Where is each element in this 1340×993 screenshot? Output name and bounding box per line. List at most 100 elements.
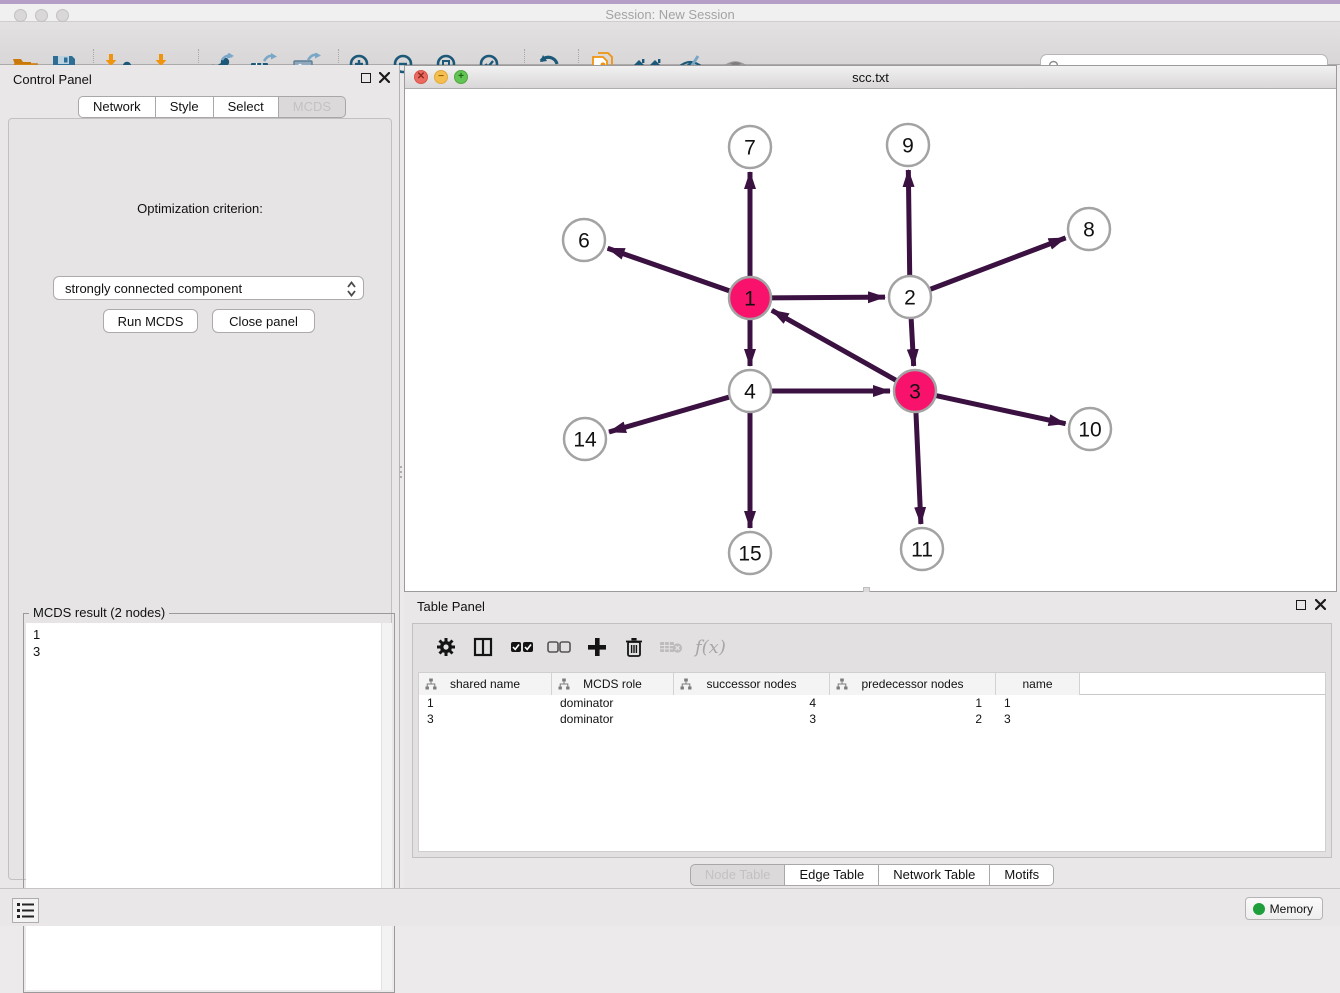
table-cell[interactable]: 3 [996, 711, 1080, 727]
graph-edge-3-11[interactable] [916, 410, 921, 524]
tab-network-table[interactable]: Network Table [879, 864, 990, 886]
node-table[interactable]: shared nameMCDS role successor nodes prede… [418, 672, 1326, 852]
column-header-shared-name[interactable]: shared name [419, 673, 552, 695]
mcds-panel: Optimization criterion: strongly connect… [8, 118, 392, 880]
mcds-result-group: MCDS result (2 nodes) 13 [23, 613, 395, 993]
tab-network[interactable]: Network [78, 96, 156, 118]
main-toolbar [0, 22, 1340, 65]
function-builder-button[interactable]: f(x) [693, 632, 723, 662]
tab-motifs[interactable]: Motifs [990, 864, 1054, 886]
column-header-MCDS-role[interactable]: MCDS role [552, 673, 674, 695]
graph-node-label: 9 [902, 134, 914, 157]
table-cell[interactable]: 2 [830, 711, 996, 727]
select-all-columns-button[interactable] [507, 632, 537, 662]
graph-node-1[interactable]: 1 [729, 277, 771, 319]
svg-text:f(x): f(x) [693, 637, 726, 658]
network-canvas[interactable]: 1 2 3 4 6 7 8 9 10 11 14 15 [405, 89, 1336, 591]
show-columns-button[interactable] [468, 632, 498, 662]
result-line: 3 [26, 643, 392, 660]
table-settings-button[interactable] [431, 632, 461, 662]
tab-node-table[interactable]: Node Table [690, 864, 786, 886]
column-header-name[interactable]: name [996, 673, 1080, 695]
graph-node-label: 4 [744, 380, 756, 403]
close-panel-icon[interactable] [379, 72, 390, 83]
memory-button[interactable]: Memory [1245, 897, 1323, 920]
table-row[interactable]: 3dominator323 [419, 711, 1325, 727]
trash-icon [625, 637, 643, 657]
graph-node-label: 8 [1083, 218, 1095, 241]
table-cell[interactable]: 1 [996, 695, 1080, 711]
graph-node-label: 2 [904, 286, 916, 309]
tab-mcds[interactable]: MCDS [279, 96, 346, 118]
column-header-label: name [1022, 677, 1052, 691]
mcds-result-title: MCDS result (2 nodes) [29, 605, 169, 620]
control-panel-tabs: Network Style Select MCDS [78, 96, 346, 118]
task-history-button[interactable] [12, 898, 39, 923]
table-panel-title: Table Panel [417, 599, 485, 614]
graph-node-3[interactable]: 3 [894, 370, 936, 412]
network-window-title: scc.txt [405, 70, 1336, 85]
optimization-criterion-select[interactable]: strongly connected component [53, 276, 364, 300]
graph-node-14[interactable]: 14 [564, 418, 606, 460]
graph-node-label: 6 [578, 229, 590, 252]
table-header-row: shared nameMCDS role successor nodes prede… [419, 673, 1325, 695]
tab-style[interactable]: Style [156, 96, 214, 118]
tab-edge-table[interactable]: Edge Table [785, 864, 879, 886]
unselect-all-columns-button[interactable] [544, 632, 574, 662]
titlebar: Session: New Session [0, 0, 1340, 22]
select-stepper-icon [347, 281, 356, 297]
graph-node-11[interactable]: 11 [901, 528, 943, 570]
graph-edge-2-3[interactable] [911, 316, 914, 366]
float-panel-icon[interactable] [361, 73, 371, 83]
table-toolbar: f(x) [413, 624, 1331, 668]
table-cell[interactable]: 3 [674, 711, 830, 727]
graph-edge-2-8[interactable] [928, 238, 1066, 290]
graph-node-8[interactable]: 8 [1068, 208, 1110, 250]
close-table-panel-icon[interactable] [1315, 599, 1326, 610]
graph-edge-1-2[interactable] [769, 297, 885, 298]
graph-node-9[interactable]: 9 [887, 124, 929, 166]
delete-table-icon [659, 639, 683, 655]
columns-icon [473, 637, 493, 657]
close-panel-button[interactable]: Close panel [212, 309, 315, 333]
splitter-grip[interactable] [399, 466, 403, 482]
graph-edge-3-10[interactable] [934, 395, 1066, 424]
graph-node-label: 11 [911, 538, 933, 561]
table-cell[interactable]: dominator [552, 695, 674, 711]
table-cell[interactable]: 4 [674, 695, 830, 711]
column-header-label: successor nodes [706, 677, 796, 691]
graph-node-10[interactable]: 10 [1069, 408, 1111, 450]
mcds-result-textarea[interactable]: 13 [26, 623, 392, 990]
network-view-window: ✕ − + scc.txt 1 2 3 4 6 7 8 9 10 11 14 15 [404, 65, 1337, 592]
column-header-successor-nodes[interactable]: successor nodes [674, 673, 830, 695]
delete-table-button[interactable] [656, 632, 686, 662]
network-window-titlebar: ✕ − + scc.txt [405, 66, 1336, 89]
column-header-predecessor-nodes[interactable]: predecessor nodes [830, 673, 996, 695]
graph-edge-1-6[interactable] [608, 248, 732, 291]
graph-node-4[interactable]: 4 [729, 370, 771, 412]
delete-column-button[interactable] [619, 632, 649, 662]
table-cell[interactable]: dominator [552, 711, 674, 727]
table-cell[interactable]: 3 [419, 711, 552, 727]
create-column-button[interactable] [582, 632, 612, 662]
memory-status-icon [1253, 903, 1265, 915]
run-mcds-button[interactable]: Run MCDS [103, 309, 198, 333]
result-scrollbar[interactable] [381, 623, 392, 990]
float-table-panel-icon[interactable] [1296, 600, 1306, 610]
table-cell[interactable]: 1 [419, 695, 552, 711]
graph-node-label: 3 [909, 380, 921, 403]
graph-edge-3-1[interactable] [772, 310, 899, 381]
graph-node-6[interactable]: 6 [563, 219, 605, 261]
hierarchy-icon [680, 678, 692, 690]
memory-label: Memory [1270, 902, 1313, 916]
graph-node-label: 10 [1078, 418, 1101, 441]
graph-node-7[interactable]: 7 [729, 126, 771, 168]
table-cell[interactable]: 1 [830, 695, 996, 711]
graph-edge-2-9[interactable] [908, 170, 909, 278]
table-row[interactable]: 1dominator411 [419, 695, 1325, 711]
graph-node-15[interactable]: 15 [729, 532, 771, 574]
graph-node-2[interactable]: 2 [889, 276, 931, 318]
graph-edge-4-14[interactable] [609, 396, 732, 432]
graph-node-label: 7 [744, 136, 756, 159]
tab-select[interactable]: Select [214, 96, 279, 118]
